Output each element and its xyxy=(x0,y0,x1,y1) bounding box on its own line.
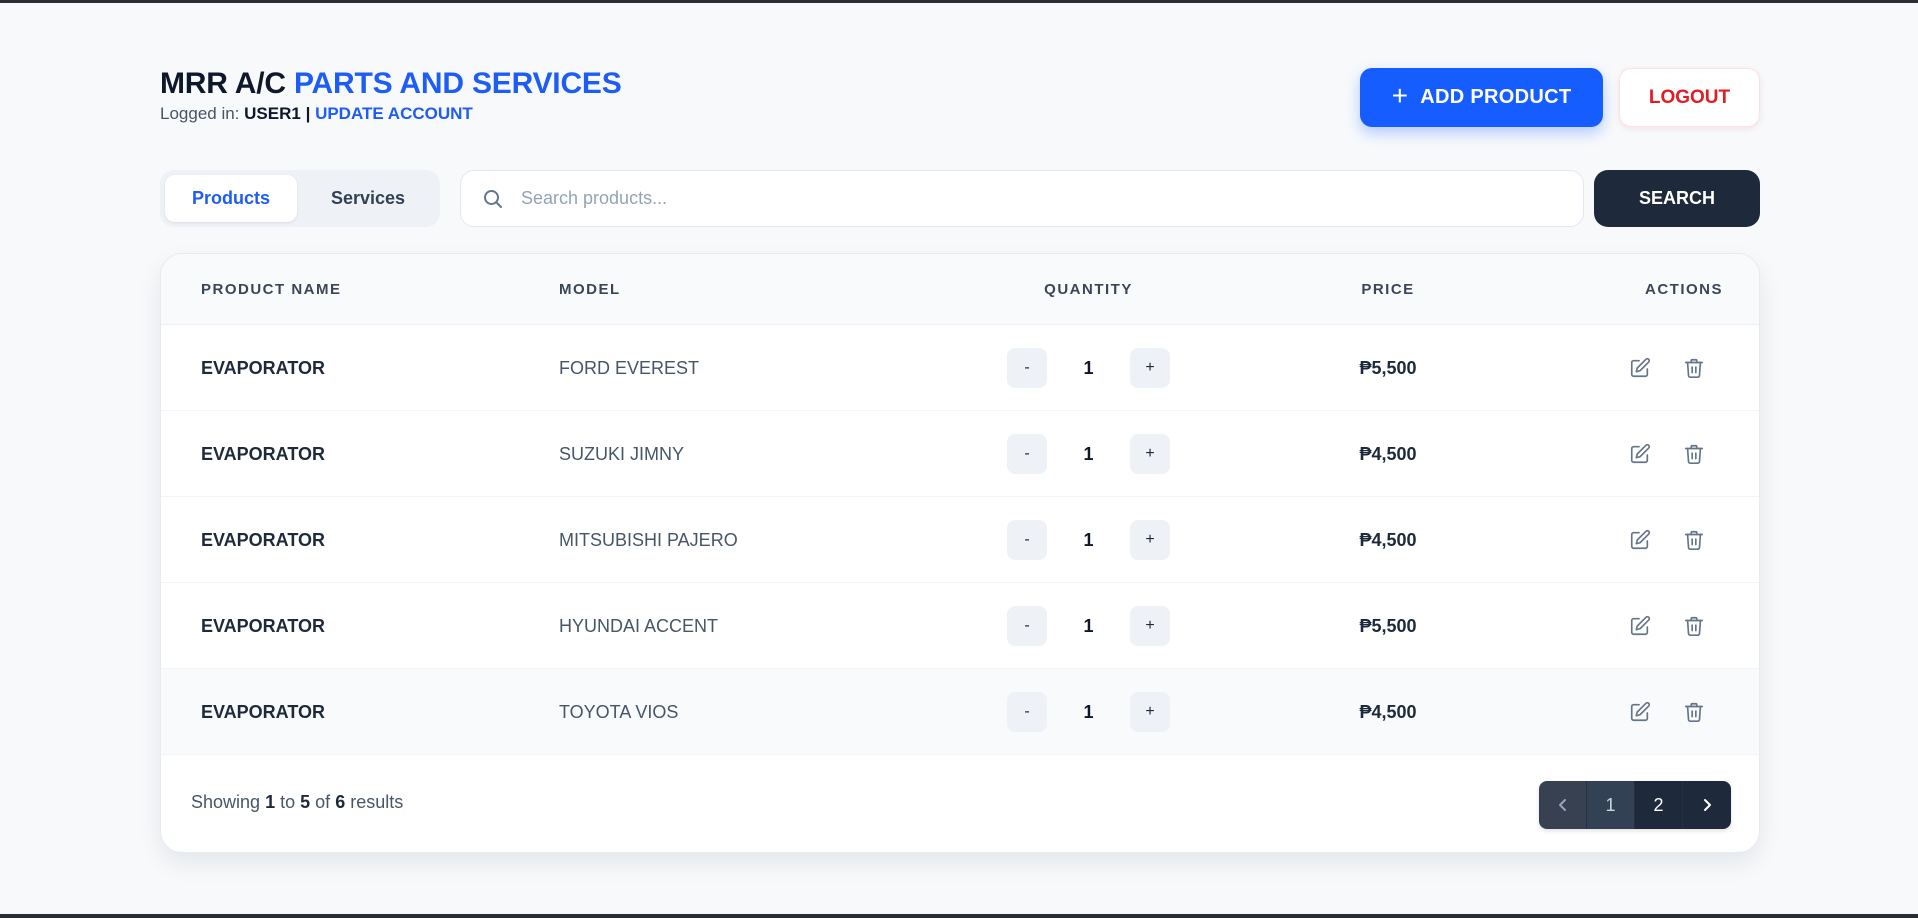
trash-icon[interactable] xyxy=(1680,612,1708,640)
quantity-decrement-button[interactable]: - xyxy=(1007,348,1047,388)
quantity-decrement-button[interactable]: - xyxy=(1007,520,1047,560)
price-cell: ₱5,500 xyxy=(1359,357,1417,378)
column-header-actions: ACTIONS xyxy=(1645,281,1723,298)
app-container: MRR A/C PARTS AND SERVICES Logged in: US… xyxy=(160,3,1760,914)
tab-products[interactable]: Products xyxy=(165,175,297,222)
title-main: MRR A/C xyxy=(160,67,286,100)
trash-icon[interactable] xyxy=(1680,526,1708,554)
model-cell: MITSUBISHI PAJERO xyxy=(559,529,738,550)
table-header: PRODUCT NAME MODEL QUANTITY PRICE ACTION… xyxy=(161,254,1759,325)
add-product-button[interactable]: + ADD PRODUCT xyxy=(1360,68,1603,127)
logout-button[interactable]: LOGOUT xyxy=(1619,68,1760,127)
page-button-1[interactable]: 1 xyxy=(1587,781,1635,829)
plus-icon: + xyxy=(1391,80,1409,111)
search-bar xyxy=(460,170,1584,227)
pagination: 1 2 xyxy=(1539,781,1731,829)
chevron-left-icon xyxy=(1558,799,1566,811)
prev-page-button[interactable] xyxy=(1539,781,1587,829)
quantity-increment-button[interactable]: + xyxy=(1130,434,1170,474)
logged-in-label: Logged in: xyxy=(160,104,240,123)
search-input[interactable] xyxy=(521,188,1421,209)
username: USER1 xyxy=(244,104,301,123)
row-actions xyxy=(1626,411,1708,497)
model-cell: HYUNDAI ACCENT xyxy=(559,615,719,636)
row-actions xyxy=(1626,669,1708,755)
model-cell: TOYOTA VIOS xyxy=(559,701,679,722)
trash-icon[interactable] xyxy=(1680,440,1708,468)
chevron-right-icon xyxy=(1704,799,1711,811)
table-row: EVAPORATOR MITSUBISHI PAJERO - 1 + ₱4,500 xyxy=(161,497,1759,583)
model-cell: SUZUKI JIMNY xyxy=(559,443,685,464)
price-cell: ₱5,500 xyxy=(1359,615,1417,636)
table-body: EVAPORATOR FORD EVEREST -1 + ₱5,500 EVAPORATO… xyxy=(161,325,1759,755)
column-header-product-name: PRODUCT NAME xyxy=(201,281,342,298)
page-header: MRR A/C PARTS AND SERVICES Logged in: US… xyxy=(160,66,1760,136)
results-word: results xyxy=(350,792,404,812)
to-word: to xyxy=(280,792,296,812)
column-header-model: MODEL xyxy=(559,281,621,298)
quantity-value: 1 xyxy=(1083,701,1094,722)
quantity-increment-button[interactable]: + xyxy=(1130,520,1170,560)
edit-icon[interactable] xyxy=(1626,526,1654,554)
price-cell: ₱4,500 xyxy=(1359,701,1417,722)
quantity-stepper: - 1 + xyxy=(1007,583,1170,669)
title-accent: PARTS AND SERVICES xyxy=(293,67,622,100)
product-name-cell: EVAPORATOR xyxy=(201,443,326,464)
model-cell: FORD EVEREST xyxy=(559,357,700,378)
quantity-value: 1 xyxy=(1083,443,1094,464)
quantity-increment-button[interactable]: + xyxy=(1130,692,1170,732)
search-button[interactable]: SEARCH xyxy=(1594,170,1760,227)
edit-icon[interactable] xyxy=(1626,612,1654,640)
quantity-stepper: - 1 + xyxy=(1007,497,1170,583)
quantity-decrement-button[interactable]: - xyxy=(1007,606,1047,646)
showing-prefix: Showing xyxy=(191,792,261,812)
table-row: EVAPORATOR TOYOTA VIOS - 1 + ₱4,500 xyxy=(161,669,1759,755)
product-name-cell: EVAPORATOR xyxy=(201,615,326,636)
product-name-cell: EVAPORATOR xyxy=(201,529,326,550)
edit-icon[interactable] xyxy=(1626,698,1654,726)
quantity-value: 1 xyxy=(1083,615,1094,636)
results-to: 5 xyxy=(300,792,311,812)
trash-icon[interactable] xyxy=(1680,354,1708,382)
row-actions xyxy=(1626,583,1708,669)
table-footer: Showing 1 to 5 of 6 results 1 2 xyxy=(161,754,1759,852)
quantity-decrement-button[interactable]: - xyxy=(1007,692,1047,732)
column-header-price: PRICE xyxy=(1361,281,1415,298)
of-word: of xyxy=(315,792,331,812)
quantity-increment-button[interactable]: + xyxy=(1130,348,1170,388)
table-row: EVAPORATOR HYUNDAI ACCENT - 1 + ₱5,500 xyxy=(161,583,1759,669)
edit-icon[interactable] xyxy=(1626,440,1654,468)
quantity-value: 1 xyxy=(1083,357,1094,378)
products-table: PRODUCT NAME MODEL QUANTITY PRICE ACTION… xyxy=(160,253,1760,853)
update-account-link[interactable]: UPDATE ACCOUNT xyxy=(315,104,473,123)
price-cell: ₱4,500 xyxy=(1359,443,1417,464)
separator: | xyxy=(305,104,311,123)
table-row: EVAPORATOR SUZUKI JIMNY - 1 + ₱4,500 xyxy=(161,411,1759,497)
trash-icon[interactable] xyxy=(1680,698,1708,726)
quantity-value: 1 xyxy=(1083,529,1094,550)
page-button-2[interactable]: 2 xyxy=(1635,781,1683,829)
quantity-stepper: - 1 + xyxy=(1007,669,1170,755)
results-summary: Showing 1 to 5 of 6 results xyxy=(191,792,403,813)
row-actions xyxy=(1626,497,1708,583)
edit-icon[interactable] xyxy=(1626,354,1654,382)
column-header-quantity: QUANTITY xyxy=(1044,281,1133,298)
next-page-button[interactable] xyxy=(1683,781,1731,829)
quantity-stepper: - 1 + xyxy=(1007,411,1170,497)
quantity-increment-button[interactable]: + xyxy=(1130,606,1170,646)
row-actions xyxy=(1626,325,1708,411)
category-tabs: Products Services xyxy=(160,170,440,227)
tab-services[interactable]: Services xyxy=(301,175,435,222)
product-name-cell: EVAPORATOR xyxy=(201,701,326,722)
search-icon xyxy=(484,189,502,208)
product-name-cell: EVAPORATOR xyxy=(201,357,326,378)
price-cell: ₱4,500 xyxy=(1359,529,1417,550)
results-total: 6 xyxy=(335,792,346,812)
quantity-decrement-button[interactable]: - xyxy=(1007,434,1047,474)
quantity-stepper: - 1 + xyxy=(1007,325,1170,411)
add-product-label: ADD PRODUCT xyxy=(1420,86,1572,108)
table-row: EVAPORATOR FORD EVEREST - 1 + ₱5,500 xyxy=(161,325,1759,411)
results-from: 1 xyxy=(265,792,276,812)
